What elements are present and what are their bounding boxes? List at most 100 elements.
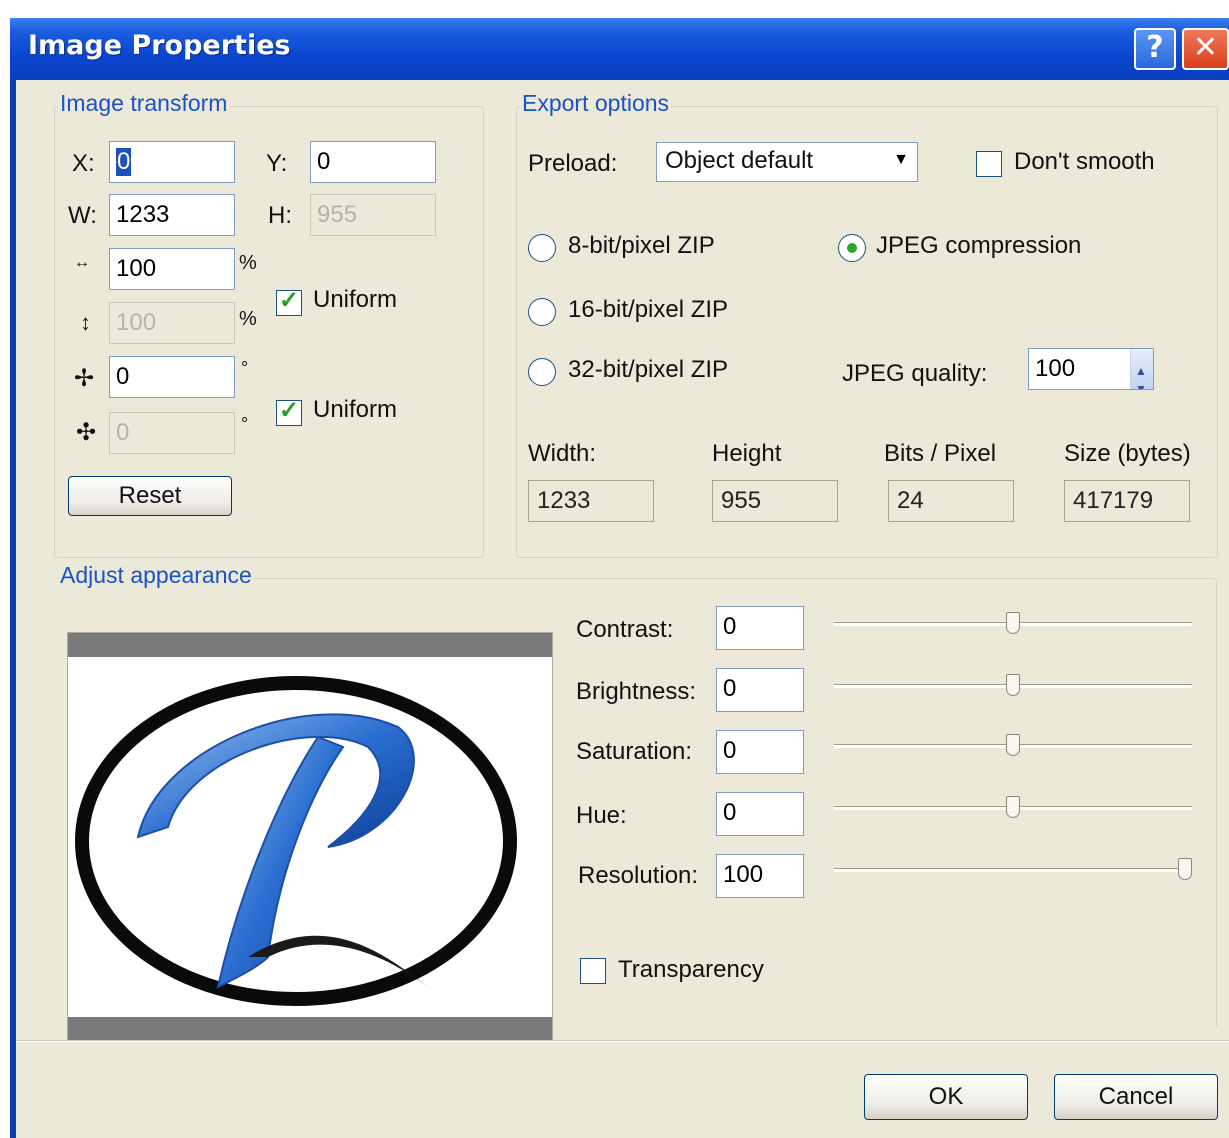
- help-button[interactable]: ?: [1134, 28, 1176, 70]
- radio-16bit-label: 16-bit/pixel ZIP: [568, 296, 729, 323]
- checkmark-icon: ✓: [278, 287, 300, 314]
- y-value: 0: [317, 148, 331, 175]
- hue-label: Hue:: [576, 802, 627, 829]
- logo-p-image: [75, 676, 517, 1006]
- reset-button[interactable]: Reset: [68, 476, 232, 516]
- radio-selected-dot: [847, 243, 857, 253]
- cancel-label: Cancel: [1098, 1083, 1174, 1110]
- horizontal-scale-icon: ↔: [74, 254, 90, 271]
- radio-jpeg-label: JPEG compression: [876, 232, 1082, 259]
- preview-top-bar: [68, 633, 552, 657]
- contrast-label: Contrast:: [576, 616, 674, 643]
- w-input[interactable]: 1233: [109, 194, 235, 236]
- bits-per-pixel-field: 24: [888, 480, 1014, 522]
- height-field: 955: [712, 480, 838, 522]
- w-label: W:: [68, 202, 97, 229]
- y-label: Y:: [266, 150, 288, 177]
- x-value: 0: [116, 148, 132, 176]
- export-options-title: Export options: [520, 90, 672, 117]
- rotation-value: 0: [116, 363, 130, 390]
- rotate-icon: ✢: [74, 365, 95, 392]
- resolution-label: Resolution:: [578, 862, 699, 889]
- saturation-input[interactable]: 0: [716, 730, 804, 774]
- h-input: 955: [310, 194, 436, 236]
- close-icon: ✕: [1192, 30, 1219, 65]
- bits-per-pixel-value: 24: [897, 487, 924, 514]
- spinner-icon[interactable]: ▲ ▼: [1130, 349, 1153, 389]
- height-value: 955: [721, 487, 762, 514]
- dialog-title: Image Properties: [28, 30, 291, 61]
- brightness-input[interactable]: 0: [716, 668, 804, 712]
- transparency-label: Transparency: [618, 956, 764, 983]
- bits-per-pixel-label: Bits / Pixel: [884, 440, 997, 467]
- vertical-scale-input: 100: [109, 302, 235, 344]
- x-label: X:: [72, 150, 95, 177]
- brightness-label: Brightness:: [576, 678, 697, 705]
- title-bar[interactable]: Image Properties ? ✕: [10, 18, 1229, 80]
- hue-slider-thumb[interactable]: [1006, 796, 1020, 818]
- contrast-value: 0: [723, 613, 737, 640]
- w-value: 1233: [116, 201, 170, 228]
- jpeg-quality-input[interactable]: 100 ▲ ▼: [1028, 348, 1154, 390]
- width-label: Width:: [528, 440, 597, 467]
- skew-icon: ✣: [76, 419, 97, 446]
- image-properties-window: Image Properties ? ✕ Image transform X: …: [10, 18, 1229, 1138]
- brightness-value: 0: [723, 675, 737, 702]
- uniform-skew-label: Uniform: [313, 396, 398, 423]
- dropdown-arrow-icon: ▼: [893, 151, 909, 168]
- radio-32bit-label: 32-bit/pixel ZIP: [568, 356, 729, 383]
- bottom-divider: [16, 1040, 1229, 1042]
- x-input[interactable]: 0: [109, 141, 235, 183]
- radio-jpeg-compression[interactable]: [838, 234, 866, 262]
- saturation-slider-thumb[interactable]: [1006, 734, 1020, 756]
- jpeg-quality-label: JPEG quality:: [842, 360, 988, 387]
- radio-16bit-zip[interactable]: [528, 298, 556, 326]
- hue-input[interactable]: 0: [716, 792, 804, 836]
- resolution-slider-thumb[interactable]: [1178, 858, 1192, 880]
- adjust-appearance-title: Adjust appearance: [58, 562, 254, 589]
- uniform-skew-checkbox[interactable]: ✓: [276, 397, 302, 426]
- skew-unit: °: [241, 414, 249, 434]
- size-bytes-label: Size (bytes): [1064, 440, 1191, 467]
- resolution-slider-track[interactable]: [834, 868, 1192, 872]
- dont-smooth-checkbox[interactable]: [976, 151, 1002, 177]
- dialog-client-area: Image transform X: 0 Y: 0 W: 1233 H: 955…: [16, 80, 1229, 1138]
- contrast-slider-thumb[interactable]: [1006, 612, 1020, 634]
- horizontal-scale-input[interactable]: 100: [109, 248, 235, 290]
- y-input[interactable]: 0: [310, 141, 436, 183]
- width-field: 1233: [528, 480, 654, 522]
- size-bytes-value: 417179: [1073, 487, 1154, 514]
- resolution-input[interactable]: 100: [716, 854, 804, 898]
- close-button[interactable]: ✕: [1182, 28, 1229, 70]
- contrast-input[interactable]: 0: [716, 606, 804, 650]
- ok-button[interactable]: OK: [864, 1074, 1028, 1120]
- vertical-scale-value: 100: [116, 309, 157, 336]
- size-bytes-field: 417179: [1064, 480, 1190, 522]
- width-value: 1233: [537, 487, 591, 514]
- cancel-button[interactable]: Cancel: [1054, 1074, 1218, 1120]
- dont-smooth-label: Don't smooth: [1014, 148, 1155, 175]
- preload-select[interactable]: Object default ▼: [656, 142, 918, 182]
- h-value: 955: [317, 201, 358, 228]
- ok-label: OK: [928, 1083, 964, 1110]
- radio-8bit-label: 8-bit/pixel ZIP: [568, 232, 715, 259]
- rotation-input[interactable]: 0: [109, 356, 235, 398]
- horizontal-scale-unit: %: [239, 252, 257, 274]
- jpeg-quality-value: 100: [1035, 355, 1076, 382]
- transparency-checkbox[interactable]: [580, 958, 606, 984]
- h-label: H:: [268, 202, 292, 229]
- resolution-value: 100: [723, 861, 764, 888]
- saturation-value: 0: [723, 737, 737, 764]
- skew-value: 0: [116, 419, 130, 446]
- vertical-scale-unit: %: [239, 308, 257, 330]
- preview-bottom-bar: [68, 1017, 552, 1041]
- radio-8bit-zip[interactable]: [528, 234, 556, 262]
- checkmark-icon: ✓: [278, 397, 300, 424]
- preload-value: Object default: [665, 147, 814, 174]
- brightness-slider-thumb[interactable]: [1006, 674, 1020, 696]
- vertical-scale-icon: ↕: [80, 310, 91, 335]
- horizontal-scale-value: 100: [116, 255, 157, 282]
- radio-32bit-zip[interactable]: [528, 358, 556, 386]
- hue-value: 0: [723, 799, 737, 826]
- uniform-scale-checkbox[interactable]: ✓: [276, 287, 302, 316]
